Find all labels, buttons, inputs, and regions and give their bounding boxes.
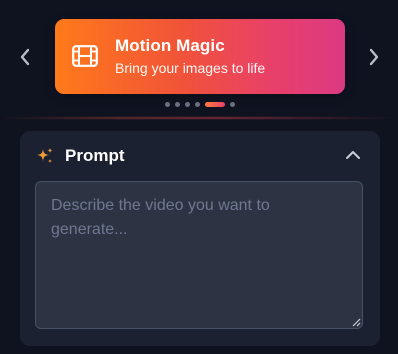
resize-handle-icon[interactable]	[352, 318, 361, 327]
banner-divider-glow	[0, 117, 398, 119]
banner-title: Motion Magic	[115, 36, 225, 55]
carousel-dot-active[interactable]	[205, 102, 225, 107]
prompt-panel: Prompt	[20, 131, 380, 346]
chevron-right-icon	[369, 48, 379, 66]
banner-subtitle: Bring your images to life	[115, 60, 266, 76]
prompt-input[interactable]	[35, 181, 363, 329]
prompt-panel-title: Prompt	[65, 146, 125, 165]
carousel-dot[interactable]	[230, 102, 235, 107]
feature-carousel: Motion Magic Bring your images to life	[0, 0, 398, 120]
carousel-dot[interactable]	[165, 102, 170, 107]
film-icon	[72, 45, 98, 67]
sparkle-icon	[37, 148, 53, 163]
carousel-prev-button[interactable]	[15, 44, 35, 70]
carousel-dot[interactable]	[175, 102, 180, 107]
carousel-next-button[interactable]	[364, 44, 384, 70]
chevron-up-icon[interactable]	[345, 149, 361, 161]
motion-magic-banner[interactable]: Motion Magic Bring your images to life	[55, 19, 345, 94]
carousel-dot[interactable]	[195, 102, 200, 107]
carousel-dot[interactable]	[185, 102, 190, 107]
prompt-panel-header[interactable]: Prompt	[20, 131, 380, 179]
carousel-indicators	[0, 102, 398, 108]
chevron-left-icon	[20, 48, 30, 66]
